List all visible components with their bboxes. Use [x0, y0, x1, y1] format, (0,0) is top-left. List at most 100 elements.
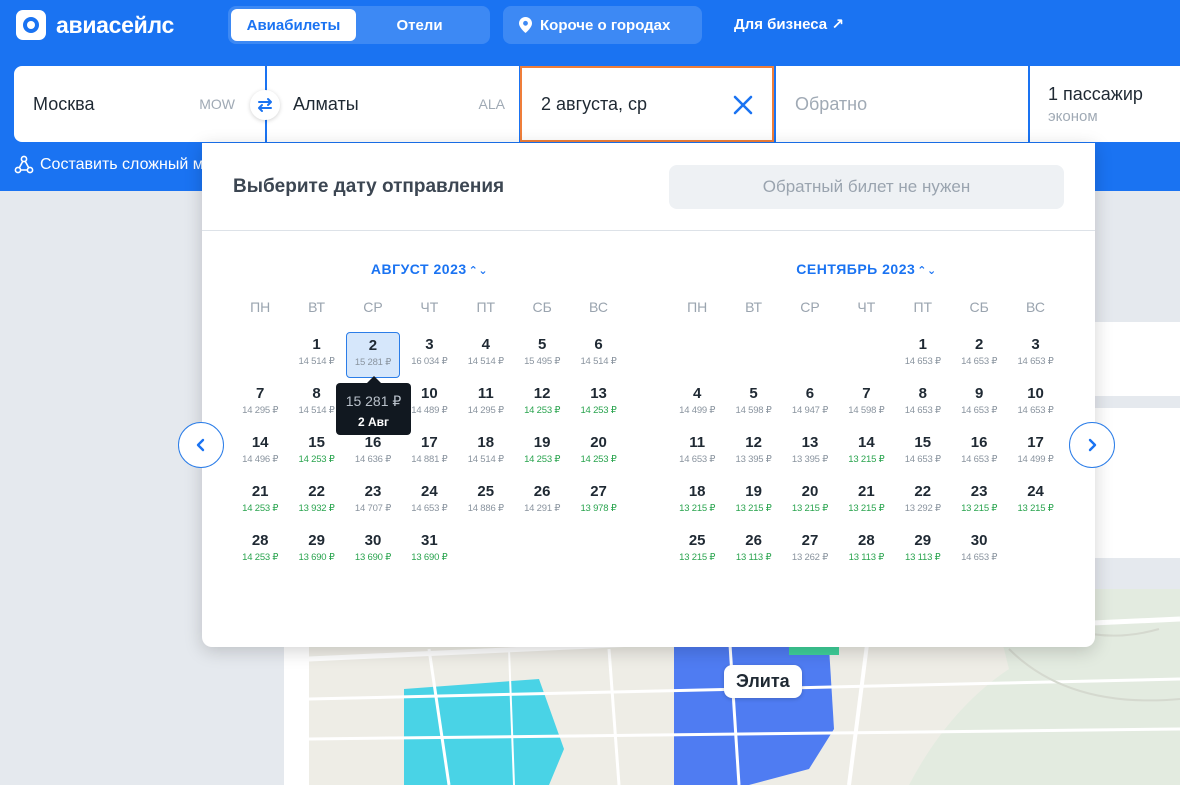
day-price: 14 653 ₽ [904, 405, 941, 416]
day-cell[interactable]: 30 14 653 ₽ [951, 528, 1007, 577]
day-number: 4 [693, 385, 702, 402]
day-cell[interactable]: 3 16 034 ₽ [401, 332, 457, 381]
prev-month-button[interactable] [178, 422, 224, 468]
day-cell[interactable]: 7 14 598 ₽ [838, 381, 894, 430]
business-link[interactable]: Для бизнеса ↗ [734, 15, 844, 33]
day-price: 13 262 ₽ [791, 552, 829, 563]
day-cell[interactable]: 19 13 215 ₽ [725, 479, 781, 528]
day-cell[interactable]: 5 14 598 ₽ [725, 381, 781, 430]
day-number: 2 [368, 337, 378, 354]
day-cell[interactable]: 28 14 253 ₽ [232, 528, 288, 577]
day-cell[interactable]: 28 13 113 ₽ [838, 528, 894, 577]
day-cell[interactable]: 21 14 253 ₽ [232, 479, 288, 528]
day-cell[interactable]: 13 13 395 ₽ [782, 430, 838, 479]
day-cell[interactable]: 6 14 947 ₽ [782, 381, 838, 430]
day-cell[interactable]: 4 14 514 ₽ [458, 332, 514, 381]
day-cell[interactable]: 25 14 886 ₽ [458, 479, 514, 528]
day-cell[interactable]: 22 13 292 ₽ [895, 479, 951, 528]
day-price: 14 886 ₽ [467, 503, 504, 514]
day-cell[interactable]: 18 14 514 ₽ [458, 430, 514, 479]
day-cell[interactable]: 17 14 881 ₽ [401, 430, 457, 479]
day-price: 13 215 ₽ [791, 503, 829, 514]
day-cell[interactable]: 10 14 653 ₽ [1007, 381, 1063, 430]
day-cell[interactable]: 11 14 295 ₽ [458, 381, 514, 430]
day-cell[interactable]: 26 14 291 ₽ [514, 479, 570, 528]
day-cell[interactable]: 12 14 253 ₽ [514, 381, 570, 430]
day-number: 6 [805, 385, 815, 402]
month-september: СЕНТЯБРЬ 2023 ⌃⌄ ПН ВТ СР ЧТ ПТ СБ ВС 1 14 653 ₽… [669, 261, 1064, 577]
day-cell[interactable]: 1 14 514 ₽ [288, 332, 344, 381]
weekday-label: СБ [532, 299, 552, 315]
day-cell[interactable]: 26 13 113 ₽ [725, 528, 781, 577]
day-cell[interactable]: 21 13 215 ₽ [838, 479, 894, 528]
day-cell[interactable]: 15 14 253 ₽ [288, 430, 344, 479]
day-price: 14 499 ₽ [1017, 454, 1054, 465]
day-cell[interactable]: 7 14 295 ₽ [232, 381, 288, 430]
destination-field[interactable]: Алматы ALA [267, 66, 519, 142]
day-cell-selected[interactable]: 2 15 281 ₽ [345, 332, 401, 378]
day-cell[interactable]: 9 14 653 ₽ [951, 381, 1007, 430]
date-picker-header: Выберите дату отправления Обратный билет… [202, 143, 1095, 231]
day-price: 14 295 ₽ [242, 405, 279, 416]
day-cell[interactable]: 20 14 253 ₽ [570, 430, 626, 479]
day-price: 14 253 ₽ [580, 454, 617, 465]
day-cell[interactable]: 31 13 690 ₽ [401, 528, 457, 577]
day-cell[interactable]: 29 13 690 ₽ [288, 528, 344, 577]
day-cell[interactable]: 14 13 215 ₽ [838, 430, 894, 479]
day-cell[interactable]: 20 13 215 ₽ [782, 479, 838, 528]
day-cell[interactable]: 8 14 653 ₽ [895, 381, 951, 430]
day-cell[interactable]: 19 14 253 ₽ [514, 430, 570, 479]
next-month-button[interactable] [1069, 422, 1115, 468]
day-price: 14 653 ₽ [1017, 405, 1054, 416]
day-price: 14 653 ₽ [961, 356, 998, 367]
no-return-button[interactable]: Обратный билет не нужен [669, 165, 1064, 209]
day-cell[interactable]: 27 13 978 ₽ [570, 479, 626, 528]
day-cell[interactable]: 30 13 690 ₽ [345, 528, 401, 577]
day-cell[interactable]: 14 14 496 ₽ [232, 430, 288, 479]
weekday-header: ПН ВТ СР ЧТ ПТ СБ ВС [232, 299, 627, 319]
day-price: 16 034 ₽ [411, 356, 448, 367]
day-cell[interactable]: 13 14 253 ₽ [570, 381, 626, 430]
return-date-field[interactable]: Обратно [776, 66, 1028, 142]
day-cell[interactable]: 24 14 653 ₽ [401, 479, 457, 528]
day-cell[interactable]: 3 14 653 ₽ [1007, 332, 1063, 381]
day-cell[interactable]: 23 14 707 ₽ [345, 479, 401, 528]
day-cell[interactable]: 25 13 215 ₽ [669, 528, 725, 577]
day-number: 20 [801, 483, 819, 500]
passengers-field[interactable]: 1 пассажир эконом [1030, 66, 1180, 142]
day-cell[interactable]: 18 13 215 ₽ [669, 479, 725, 528]
day-cell[interactable]: 1 14 653 ₽ [895, 332, 951, 381]
day-cell[interactable]: 29 13 113 ₽ [895, 528, 951, 577]
day-cell[interactable]: 6 14 514 ₽ [570, 332, 626, 381]
day-price: 14 598 ₽ [848, 405, 885, 416]
tab-flights[interactable]: Авиабилеты [231, 9, 356, 41]
depart-date-field[interactable]: 2 августа, ср [520, 66, 774, 142]
clear-date-icon[interactable] [732, 94, 754, 116]
day-cell[interactable]: 15 14 653 ₽ [895, 430, 951, 479]
logo[interactable]: авиасейлс [16, 10, 174, 40]
day-cell[interactable]: 22 13 932 ₽ [288, 479, 344, 528]
day-number: 24 [421, 483, 438, 500]
map-district-label[interactable]: Элита [724, 665, 802, 698]
day-cell[interactable]: 16 14 653 ₽ [951, 430, 1007, 479]
day-number: 5 [749, 385, 758, 402]
day-price: 14 499 ₽ [679, 405, 716, 416]
day-cell[interactable]: 17 14 499 ₽ [1007, 430, 1063, 479]
day-cell[interactable]: 24 13 215 ₽ [1007, 479, 1063, 528]
day-cell[interactable]: 11 14 653 ₽ [669, 430, 725, 479]
day-number: 1 [312, 336, 321, 353]
day-cell[interactable]: 2 14 653 ₽ [951, 332, 1007, 381]
month-selector[interactable]: СЕНТЯБРЬ 2023 ⌃⌄ [669, 261, 1064, 281]
swap-cities-button[interactable] [250, 90, 280, 120]
day-cell[interactable]: 12 13 395 ₽ [725, 430, 781, 479]
day-cell[interactable]: 27 13 262 ₽ [782, 528, 838, 577]
day-cell[interactable]: 23 13 215 ₽ [951, 479, 1007, 528]
day-cell[interactable]: 4 14 499 ₽ [669, 381, 725, 430]
tab-hotels[interactable]: Отели [356, 9, 483, 41]
day-cell[interactable]: 16 14 636 ₽ [345, 430, 401, 479]
day-price: 13 292 ₽ [904, 503, 941, 514]
cities-guide-button[interactable]: Короче о городах [503, 6, 702, 44]
day-cell[interactable]: 5 15 495 ₽ [514, 332, 570, 381]
month-selector[interactable]: АВГУСТ 2023 ⌃⌄ [232, 261, 627, 281]
origin-field[interactable]: Москва MOW [14, 66, 265, 142]
